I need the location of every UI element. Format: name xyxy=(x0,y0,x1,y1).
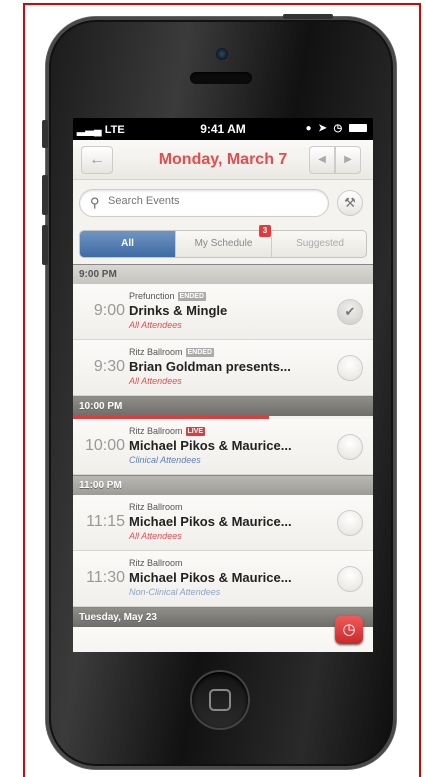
volume-down-button xyxy=(42,225,48,265)
battery-icon xyxy=(349,124,367,133)
event-time: 9:30 xyxy=(93,358,125,375)
event-venue: Prefunction ENDED xyxy=(129,291,207,301)
tab-my-schedule-label: My Schedule xyxy=(194,238,253,249)
lock-icon: ● xyxy=(305,123,314,134)
venue-label: Ritz Ballroom xyxy=(129,347,183,357)
event-time: 11:30 xyxy=(86,569,125,586)
event-title: Michael Pikos & Maurice... xyxy=(129,514,292,529)
my-schedule-badge: 3 xyxy=(259,225,271,237)
event-row[interactable] xyxy=(73,627,373,652)
section-header: Tuesday, May 23 xyxy=(73,607,373,627)
search-bar: ⚲ ⚒ xyxy=(73,180,373,226)
status-bar: ▂▃▄ LTE 9:41 AM ● ➤ ◷ xyxy=(73,118,373,140)
tab-my-schedule[interactable]: My Schedule xyxy=(176,231,272,257)
mute-switch xyxy=(42,120,48,148)
venue-label: Prefunction xyxy=(129,291,175,301)
event-title: Drinks & Mingle xyxy=(129,303,228,318)
tab-all[interactable]: All xyxy=(80,231,176,257)
settings-wrench-button[interactable]: ⚒ xyxy=(337,190,363,216)
section-header: 11:00 PM xyxy=(73,475,373,495)
home-button[interactable] xyxy=(192,672,248,728)
add-to-schedule-toggle[interactable] xyxy=(337,510,363,536)
event-venue: Ritz Ballroom LIVE xyxy=(129,426,206,436)
home-square-icon xyxy=(209,689,231,711)
power-button xyxy=(283,14,333,19)
event-time: 9:00 xyxy=(93,302,125,319)
event-list: 9:00 PM 9:00 Prefunction ENDED Drinks & M… xyxy=(73,264,373,652)
alarm-status-icon: ◷ xyxy=(333,123,345,134)
venue-label: Ritz Ballroom xyxy=(129,426,183,436)
section-header: 9:00 PM xyxy=(73,264,373,284)
search-input[interactable] xyxy=(108,195,318,207)
event-audience: All Attendees xyxy=(129,376,182,386)
event-row[interactable]: 11:30 Ritz Ballroom Michael Pikos & Maur… xyxy=(73,551,373,607)
event-row[interactable]: 10:00 Ritz Ballroom LIVE Michael Pikos & … xyxy=(73,419,373,475)
event-audience: All Attendees xyxy=(129,320,182,330)
event-title: Michael Pikos & Maurice... xyxy=(129,438,292,453)
status-tag: ENDED xyxy=(185,348,215,357)
wrench-icon: ⚒ xyxy=(344,195,356,210)
live-tag: LIVE xyxy=(185,427,206,436)
event-row[interactable]: 9:30 Ritz Ballroom ENDED Brian Goldman pr… xyxy=(73,340,373,396)
front-camera xyxy=(216,48,228,60)
tab-suggested[interactable]: Suggested xyxy=(272,231,368,257)
add-to-schedule-toggle[interactable] xyxy=(337,566,363,592)
event-title: Michael Pikos & Maurice... xyxy=(129,570,292,585)
checkmark-icon: ✔ xyxy=(344,304,356,319)
event-venue: Ritz Ballroom xyxy=(129,558,183,568)
add-to-schedule-toggle[interactable] xyxy=(337,434,363,460)
status-tag: ENDED xyxy=(177,292,207,301)
search-field[interactable]: ⚲ xyxy=(79,189,329,217)
event-audience: Clinical Attendees xyxy=(129,455,201,465)
next-day-button[interactable]: ▶ xyxy=(335,146,361,174)
event-row[interactable]: 11:15 Ritz Ballroom Michael Pikos & Maur… xyxy=(73,495,373,551)
event-title: Brian Goldman presents... xyxy=(129,359,291,374)
event-venue: Ritz Ballroom ENDED xyxy=(129,347,215,357)
add-to-schedule-toggle[interactable]: ✔ xyxy=(337,299,363,325)
event-time: 11:15 xyxy=(86,513,125,530)
status-icons: ● ➤ ◷ xyxy=(305,123,367,134)
previous-day-button[interactable]: ◀ xyxy=(309,146,335,174)
event-row[interactable]: 9:00 Prefunction ENDED Drinks & Mingle Al… xyxy=(73,284,373,340)
nav-header: ← Monday, March 7 ◀ ▶ xyxy=(73,140,373,180)
event-time: 10:00 xyxy=(84,437,125,454)
alarm-clock-icon: ◷ xyxy=(342,621,356,638)
earpiece-speaker xyxy=(190,72,252,84)
volume-up-button xyxy=(42,175,48,215)
event-audience: All Attendees xyxy=(129,531,182,541)
location-icon: ➤ xyxy=(318,123,329,134)
reminder-button[interactable]: ◷ xyxy=(335,616,363,644)
search-icon: ⚲ xyxy=(90,195,100,210)
event-audience: Non-Clinical Attendees xyxy=(129,587,221,597)
event-venue: Ritz Ballroom xyxy=(129,502,183,512)
app-screen: ▂▃▄ LTE 9:41 AM ● ➤ ◷ ← Monday, March 7 … xyxy=(73,118,373,652)
section-header: 10:00 PM xyxy=(73,396,373,416)
add-to-schedule-toggle[interactable] xyxy=(337,355,363,381)
filter-tabs: All My Schedule 3 Suggested xyxy=(79,225,368,258)
